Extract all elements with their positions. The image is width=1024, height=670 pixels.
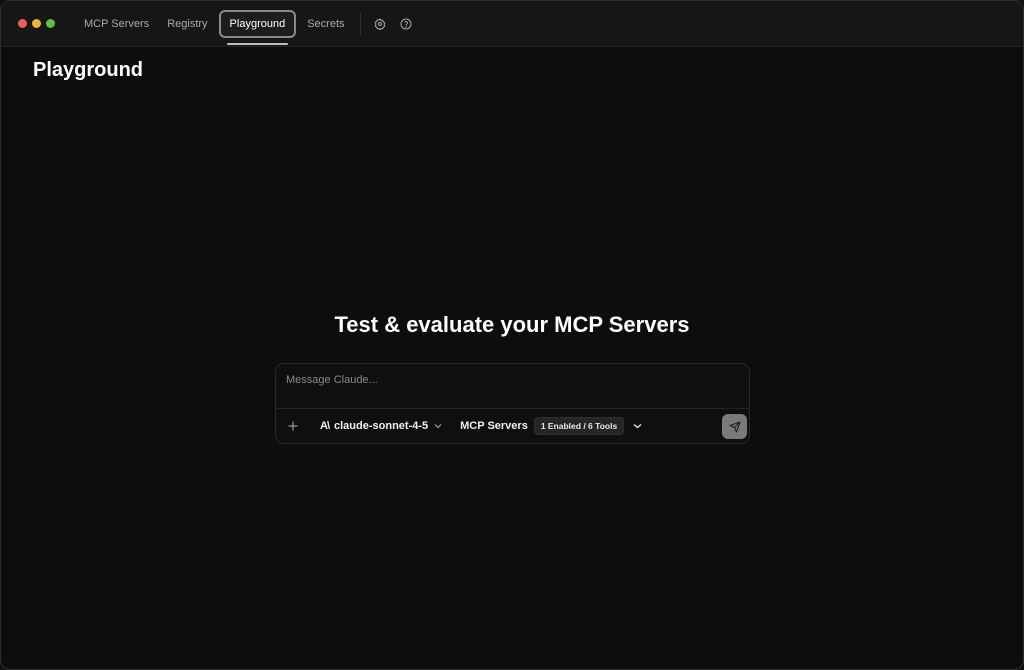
- tab-mcp-servers[interactable]: MCP Servers: [75, 10, 158, 38]
- plus-icon[interactable]: [286, 419, 300, 433]
- title-bar: MCP Servers Registry Playground Secrets: [1, 1, 1023, 47]
- message-composer: A\ claude-sonnet-4-5 MCP Servers 1 Enabl…: [275, 363, 750, 444]
- help-circle-icon[interactable]: [395, 13, 417, 35]
- model-selector[interactable]: A\ claude-sonnet-4-5: [320, 420, 442, 432]
- chevron-down-icon: [633, 423, 642, 429]
- close-window-button[interactable]: [18, 19, 27, 28]
- minimize-window-button[interactable]: [32, 19, 41, 28]
- servers-status-badge: 1 Enabled / 6 Tools: [533, 417, 625, 435]
- tab-secrets[interactable]: Secrets: [298, 10, 353, 38]
- mcp-servers-label: MCP Servers: [460, 420, 528, 432]
- send-icon: [729, 421, 740, 432]
- model-name: claude-sonnet-4-5: [334, 420, 429, 432]
- hero-heading: Test & evaluate your MCP Servers: [334, 312, 690, 337]
- message-input[interactable]: [284, 372, 743, 406]
- page-title: Playground: [33, 59, 144, 81]
- chevron-down-icon: [434, 423, 442, 429]
- send-button[interactable]: [722, 414, 747, 439]
- zoom-window-button[interactable]: [46, 19, 55, 28]
- gear-icon[interactable]: [369, 13, 391, 35]
- mcp-servers-selector[interactable]: MCP Servers 1 Enabled / 6 Tools: [460, 417, 642, 435]
- nav-divider: [359, 13, 361, 35]
- app-window: MCP Servers Registry Playground Secrets …: [0, 0, 1024, 670]
- top-nav: MCP Servers Registry Playground Secrets: [75, 9, 421, 45]
- tab-playground[interactable]: Playground: [218, 10, 297, 45]
- tab-registry[interactable]: Registry: [158, 10, 216, 38]
- composer-toolbar: A\ claude-sonnet-4-5 MCP Servers 1 Enabl…: [276, 408, 749, 443]
- anthropic-logo-icon: A\: [320, 420, 330, 432]
